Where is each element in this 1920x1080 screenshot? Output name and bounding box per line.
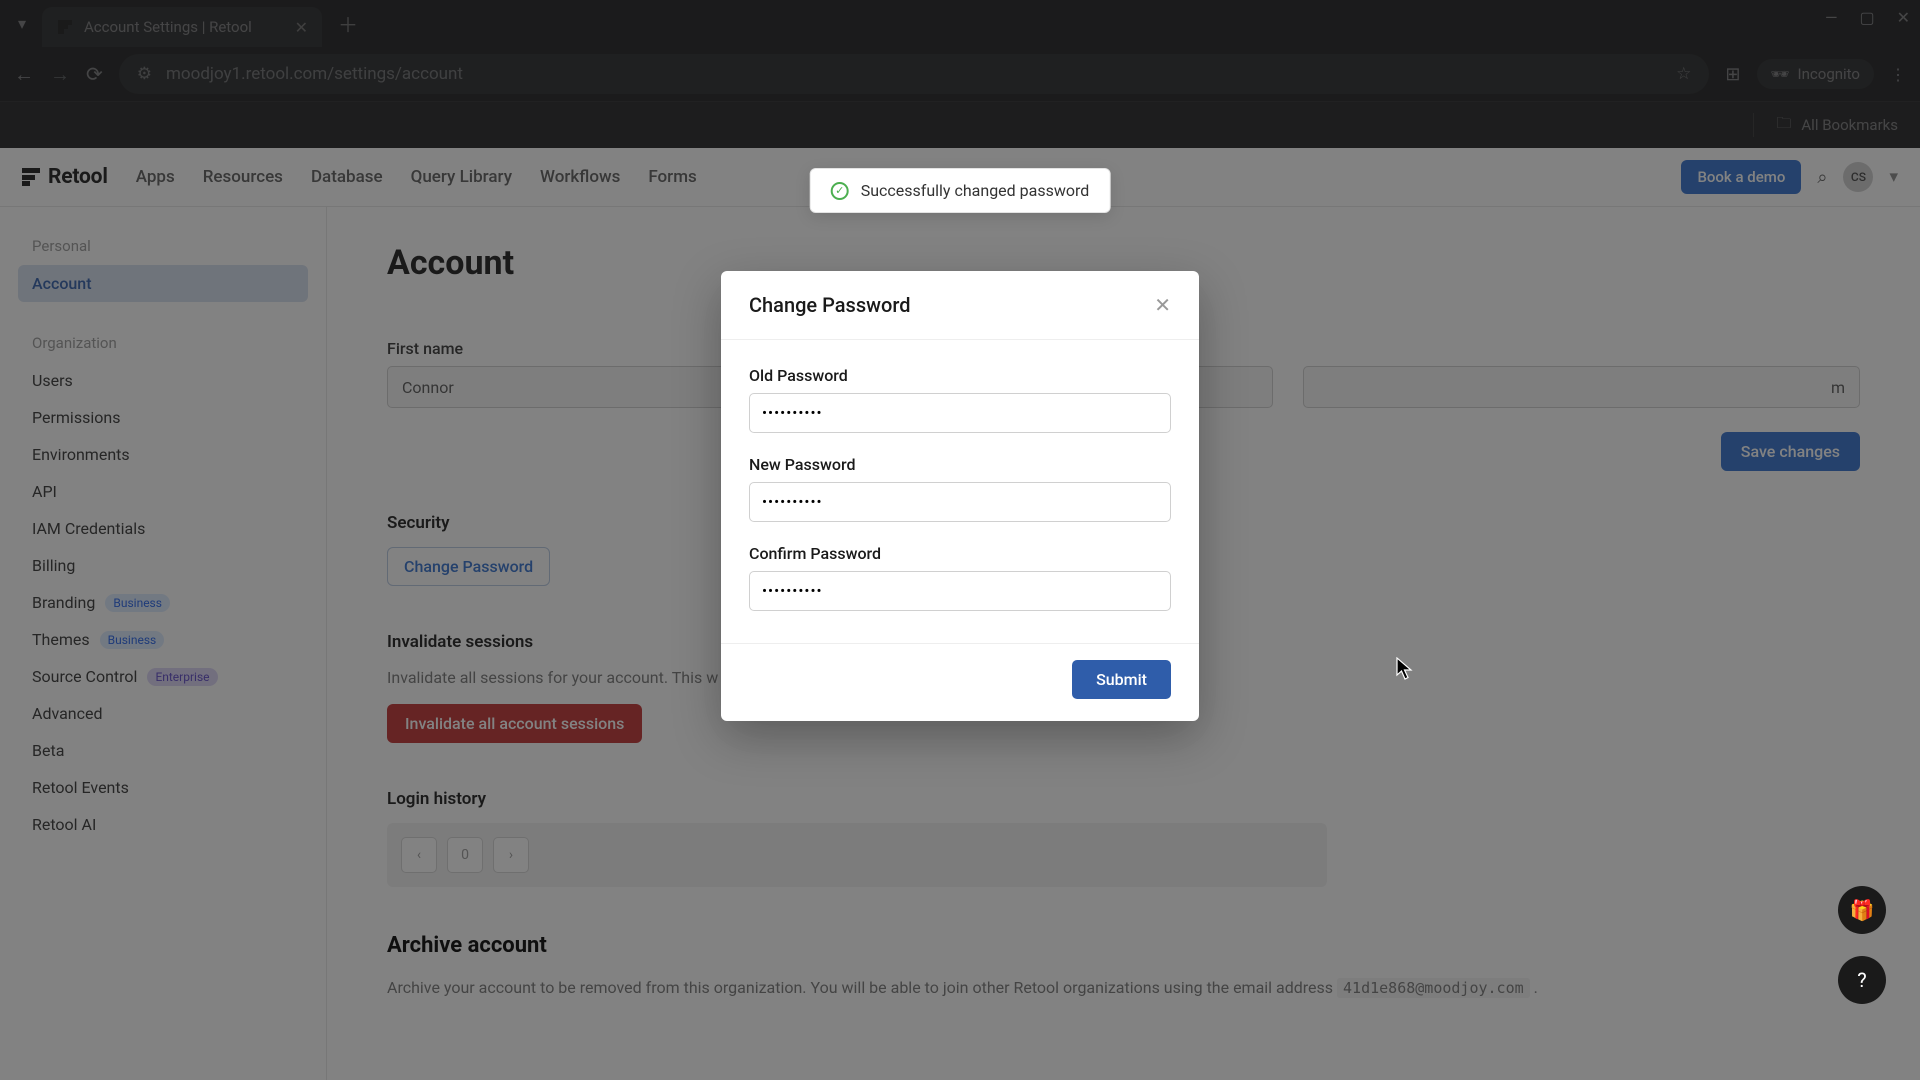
new-password-input[interactable] xyxy=(749,482,1171,522)
modal-title: Change Password xyxy=(749,293,910,317)
confirm-password-label: Confirm Password xyxy=(749,544,1171,563)
check-circle-icon: ✓ xyxy=(831,182,849,200)
gift-fab[interactable]: 🎁 xyxy=(1838,886,1886,934)
toast-message: Successfully changed password xyxy=(861,181,1090,200)
help-fab[interactable]: ? xyxy=(1838,956,1886,1004)
change-password-modal: Change Password ✕ Old Password New Passw… xyxy=(721,271,1199,721)
help-icon: ? xyxy=(1857,968,1866,992)
modal-close-icon[interactable]: ✕ xyxy=(1154,293,1171,317)
success-toast: ✓ Successfully changed password xyxy=(810,168,1111,213)
gift-icon: 🎁 xyxy=(1850,898,1875,922)
confirm-password-input[interactable] xyxy=(749,571,1171,611)
new-password-label: New Password xyxy=(749,455,1171,474)
old-password-input[interactable] xyxy=(749,393,1171,433)
submit-button[interactable]: Submit xyxy=(1072,660,1171,699)
old-password-label: Old Password xyxy=(749,366,1171,385)
